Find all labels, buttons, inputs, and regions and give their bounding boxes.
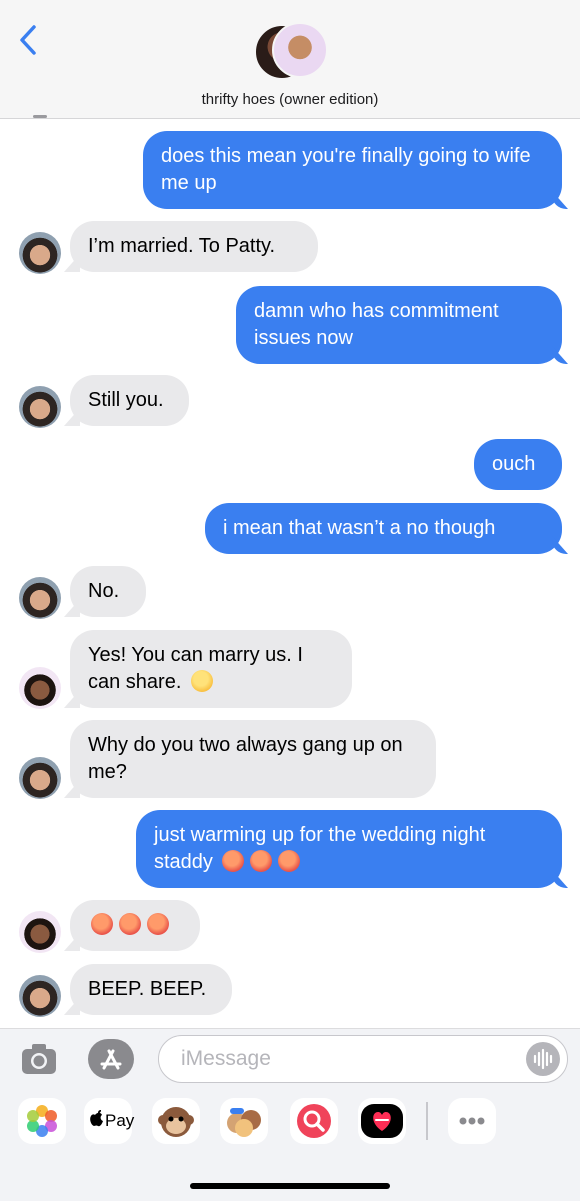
avatar[interactable]: [19, 757, 61, 799]
hot-face-emoji-icon: [91, 913, 113, 935]
conversation-header: thrifty hoes (owner edition): [0, 0, 580, 119]
message-bubble-incoming[interactable]: BEEP. BEEP.: [70, 964, 232, 1015]
message-bubble-outgoing[interactable]: ouch: [474, 439, 562, 490]
home-indicator[interactable]: [190, 1183, 390, 1189]
message-bubble-outgoing[interactable]: damn who has commitment issues now: [236, 286, 562, 364]
apple-pay-icon[interactable]: Pay: [84, 1098, 135, 1144]
digital-touch-glyph-icon: [361, 1104, 403, 1138]
memoji-icon[interactable]: [220, 1098, 268, 1144]
image-search-glyph-icon: [297, 1104, 331, 1138]
message-text: does this mean you're finally going to w…: [161, 145, 531, 194]
avatar[interactable]: [19, 232, 61, 274]
message-text: just warming up for the wedding night st…: [154, 824, 486, 873]
avatar[interactable]: [19, 911, 61, 953]
winking-face-emoji-icon: [190, 670, 213, 692]
hot-face-emoji-icon: [119, 913, 141, 935]
camera-icon[interactable]: [20, 1040, 58, 1078]
message-text: No.: [88, 580, 120, 602]
apple-pay-label: Pay: [105, 1111, 135, 1130]
message-bubble-incoming[interactable]: Yes! You can marry us. I can share.: [70, 630, 352, 708]
message-bubble-incoming[interactable]: Still you.: [70, 375, 189, 426]
more-glyph-icon: [459, 1117, 485, 1125]
message-text: Still you.: [88, 389, 164, 411]
more-apps-icon[interactable]: [448, 1098, 496, 1144]
message-bubble-outgoing[interactable]: does this mean you're finally going to w…: [143, 131, 562, 209]
message-input[interactable]: iMessage: [158, 1035, 568, 1083]
message-text: Why do you two always gang up on me?: [88, 734, 403, 783]
message-input-placeholder: iMessage: [181, 1047, 271, 1070]
digital-touch-icon[interactable]: [358, 1098, 406, 1144]
thread-title[interactable]: thrifty hoes (owner edition): [0, 91, 580, 108]
message-bubble-incoming[interactable]: I’m married. To Patty.: [70, 221, 318, 272]
message-bubble-incoming[interactable]: Why do you two always gang up on me?: [70, 720, 436, 798]
hot-face-emoji-icon: [221, 850, 244, 872]
group-avatar[interactable]: [254, 22, 328, 82]
message-text: I’m married. To Patty.: [88, 235, 276, 257]
monkey-emoji-icon[interactable]: [152, 1098, 200, 1144]
photos-icon[interactable]: [18, 1098, 66, 1144]
message-bubble-incoming[interactable]: [70, 900, 200, 951]
message-text: i mean that wasn’t a no though: [223, 517, 496, 539]
avatar[interactable]: [19, 667, 61, 709]
message-bubble-outgoing[interactable]: just warming up for the wedding night st…: [136, 810, 562, 888]
hot-face-emoji-icon: [249, 850, 272, 872]
hot-face-emoji-icon: [147, 913, 169, 935]
app-drawer: Pay: [0, 1098, 580, 1146]
monkey-glyph-icon: [158, 1107, 194, 1137]
app-store-icon[interactable]: [88, 1039, 134, 1079]
message-bubble-incoming[interactable]: No.: [70, 566, 146, 617]
avatar[interactable]: [19, 975, 61, 1017]
message-text: ouch: [492, 453, 536, 475]
audio-waveform-glyph-icon: [533, 1048, 553, 1070]
avatar-edge: [33, 115, 47, 118]
memoji-glyph-icon: [227, 1108, 261, 1137]
back-chevron-icon[interactable]: [16, 24, 42, 56]
avatar[interactable]: [19, 386, 61, 428]
avatar[interactable]: [19, 577, 61, 619]
message-bubble-outgoing[interactable]: i mean that wasn’t a no though: [205, 503, 562, 554]
photos-glyph-icon: [27, 1105, 57, 1137]
message-text: damn who has commitment issues now: [254, 300, 499, 349]
app-store-glyph-icon: [100, 1049, 122, 1070]
hot-face-emoji-icon: [277, 850, 300, 872]
app-drawer-divider: [426, 1102, 428, 1140]
audio-waveform-icon[interactable]: [526, 1042, 560, 1076]
group-avatar-member-2: [272, 22, 328, 78]
image-search-icon[interactable]: [290, 1098, 338, 1144]
message-text: BEEP. BEEP.: [88, 978, 207, 1000]
